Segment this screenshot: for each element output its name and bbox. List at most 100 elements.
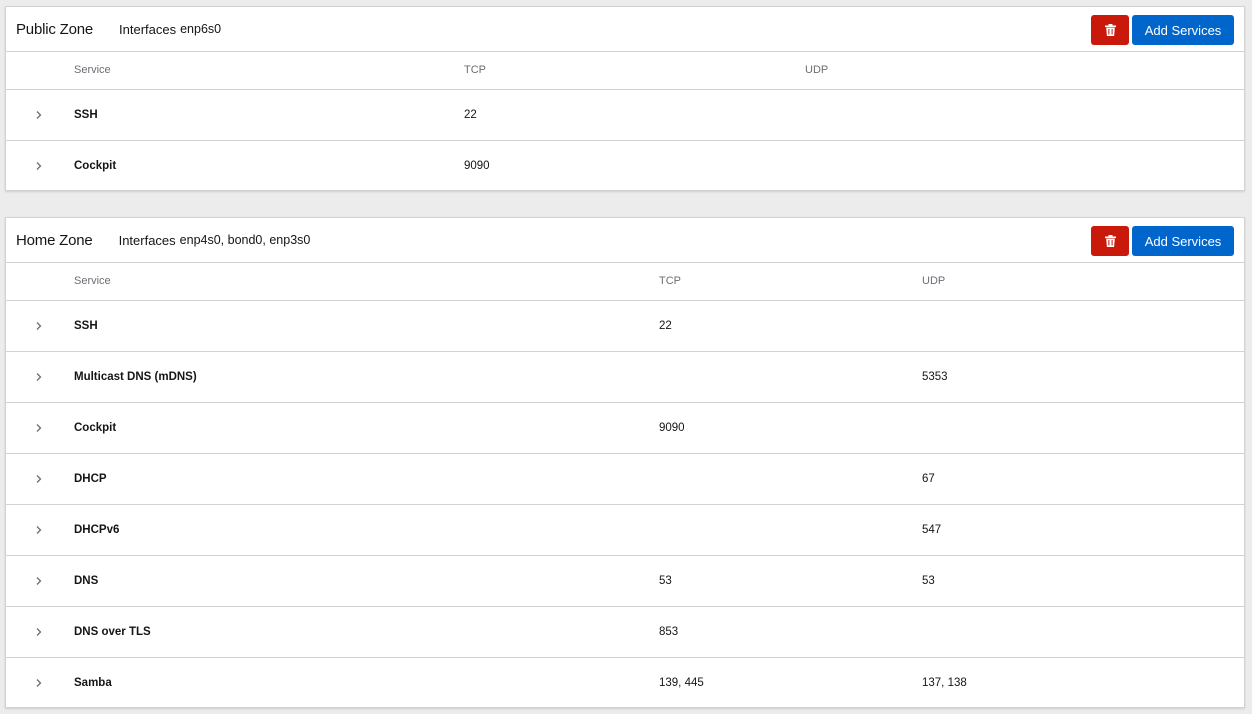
udp-ports: 67 xyxy=(922,472,935,485)
table-row: DNS 53 53 xyxy=(6,555,1244,606)
udp-ports xyxy=(922,606,1244,657)
tcp-column-header: TCP xyxy=(464,64,486,77)
service-column-header: Service xyxy=(74,64,111,77)
service-name: SSH xyxy=(74,319,98,332)
zone-actions: Add Services xyxy=(1091,226,1234,256)
table-row: Samba 139, 445 137, 138 xyxy=(6,657,1244,708)
expand-row-button[interactable] xyxy=(32,523,46,537)
zone-title: Public Zone xyxy=(16,20,94,38)
chevron-right-icon xyxy=(36,474,42,483)
tcp-ports: 9090 xyxy=(659,421,685,434)
tcp-ports xyxy=(659,504,922,555)
toggle-column-header xyxy=(6,263,74,300)
udp-ports: 5353 xyxy=(922,370,948,383)
udp-ports: 547 xyxy=(922,523,942,536)
udp-ports xyxy=(922,402,1244,453)
expand-row-button[interactable] xyxy=(32,472,46,486)
zone-card-home: Home Zone Interfaces enp4s0, bond0, enp3… xyxy=(5,217,1245,708)
toggle-cell xyxy=(6,300,74,351)
interfaces-value: enp4s0, bond0, enp3s0 xyxy=(179,233,311,247)
chevron-right-icon xyxy=(36,576,42,585)
service-name: Cockpit xyxy=(74,421,117,434)
tcp-ports: 22 xyxy=(659,319,672,332)
interfaces-label: Interfaces xyxy=(118,232,176,248)
table-row: SSH 22 xyxy=(6,300,1244,351)
tcp-ports: 853 xyxy=(659,625,679,638)
table-row: Cockpit 9090 xyxy=(6,402,1244,453)
service-name: DNS xyxy=(74,574,99,587)
toggle-cell xyxy=(6,402,74,453)
table-header-row: Service TCP UDP xyxy=(6,263,1244,300)
toggle-cell xyxy=(6,555,74,606)
table-row: DNS over TLS 853 xyxy=(6,606,1244,657)
add-services-button[interactable]: Add Services xyxy=(1132,15,1234,45)
zone-title: Home Zone xyxy=(16,231,93,249)
expand-row-button[interactable] xyxy=(32,625,46,639)
tcp-ports xyxy=(659,351,922,402)
interfaces-value: enp6s0 xyxy=(180,22,222,36)
table-header-row: Service TCP UDP xyxy=(6,52,1244,89)
chevron-right-icon xyxy=(36,525,42,534)
table-row: DHCP 67 xyxy=(6,453,1244,504)
expand-row-button[interactable] xyxy=(32,319,46,333)
service-name: Multicast DNS (mDNS) xyxy=(74,370,197,383)
udp-ports: 53 xyxy=(922,574,935,587)
toggle-cell xyxy=(6,606,74,657)
udp-ports xyxy=(922,300,1244,351)
udp-ports: 137, 138 xyxy=(922,676,967,689)
table-row: Cockpit 9090 xyxy=(6,140,1244,191)
toggle-cell xyxy=(6,351,74,402)
toggle-cell xyxy=(6,504,74,555)
chevron-right-icon xyxy=(36,161,42,170)
trash-icon xyxy=(1104,24,1116,36)
chevron-right-icon xyxy=(36,110,42,119)
table-row: SSH 22 xyxy=(6,89,1244,140)
toggle-cell xyxy=(6,453,74,504)
delete-zone-button[interactable] xyxy=(1091,15,1129,45)
expand-row-button[interactable] xyxy=(32,108,46,122)
expand-row-button[interactable] xyxy=(32,159,46,173)
service-column-header: Service xyxy=(74,275,111,288)
zone-header: Home Zone Interfaces enp4s0, bond0, enp3… xyxy=(6,218,1244,263)
zone-actions: Add Services xyxy=(1091,15,1234,45)
tcp-column-header: TCP xyxy=(659,275,681,288)
expand-row-button[interactable] xyxy=(32,421,46,435)
service-name: DHCP xyxy=(74,472,107,485)
interfaces-label: Interfaces xyxy=(119,21,177,37)
tcp-ports: 139, 445 xyxy=(659,676,704,689)
service-name: Cockpit xyxy=(74,159,117,172)
service-name: Samba xyxy=(74,676,112,689)
services-table: Service TCP UDP SSH 22 Cockpit 9090 xyxy=(6,52,1244,191)
service-name: DHCPv6 xyxy=(74,523,120,536)
service-name: SSH xyxy=(74,108,98,121)
table-row: DHCPv6 547 xyxy=(6,504,1244,555)
tcp-ports: 22 xyxy=(464,108,477,121)
table-row: Multicast DNS (mDNS) 5353 xyxy=(6,351,1244,402)
service-name: DNS over TLS xyxy=(74,625,151,638)
tcp-ports xyxy=(659,453,922,504)
tcp-ports: 53 xyxy=(659,574,672,587)
chevron-right-icon xyxy=(36,423,42,432)
delete-zone-button[interactable] xyxy=(1091,226,1129,256)
chevron-right-icon xyxy=(36,678,42,687)
services-table: Service TCP UDP SSH 22 Multicast DNS (mD… xyxy=(6,263,1244,708)
udp-column-header: UDP xyxy=(805,64,829,77)
tcp-ports: 9090 xyxy=(464,159,490,172)
chevron-right-icon xyxy=(36,627,42,636)
zone-header: Public Zone Interfaces enp6s0 Add Servic… xyxy=(6,7,1244,52)
trash-icon xyxy=(1104,235,1116,247)
expand-row-button[interactable] xyxy=(32,574,46,588)
toggle-column-header xyxy=(6,52,74,89)
zone-card-public: Public Zone Interfaces enp6s0 Add Servic… xyxy=(5,6,1245,191)
add-services-button[interactable]: Add Services xyxy=(1132,226,1234,256)
toggle-cell xyxy=(6,89,74,140)
chevron-right-icon xyxy=(36,372,42,381)
chevron-right-icon xyxy=(36,321,42,330)
expand-row-button[interactable] xyxy=(32,370,46,384)
udp-column-header: UDP xyxy=(922,275,946,288)
toggle-cell xyxy=(6,657,74,708)
toggle-cell xyxy=(6,140,74,191)
expand-row-button[interactable] xyxy=(32,676,46,690)
udp-ports xyxy=(805,140,1244,191)
udp-ports xyxy=(805,89,1244,140)
